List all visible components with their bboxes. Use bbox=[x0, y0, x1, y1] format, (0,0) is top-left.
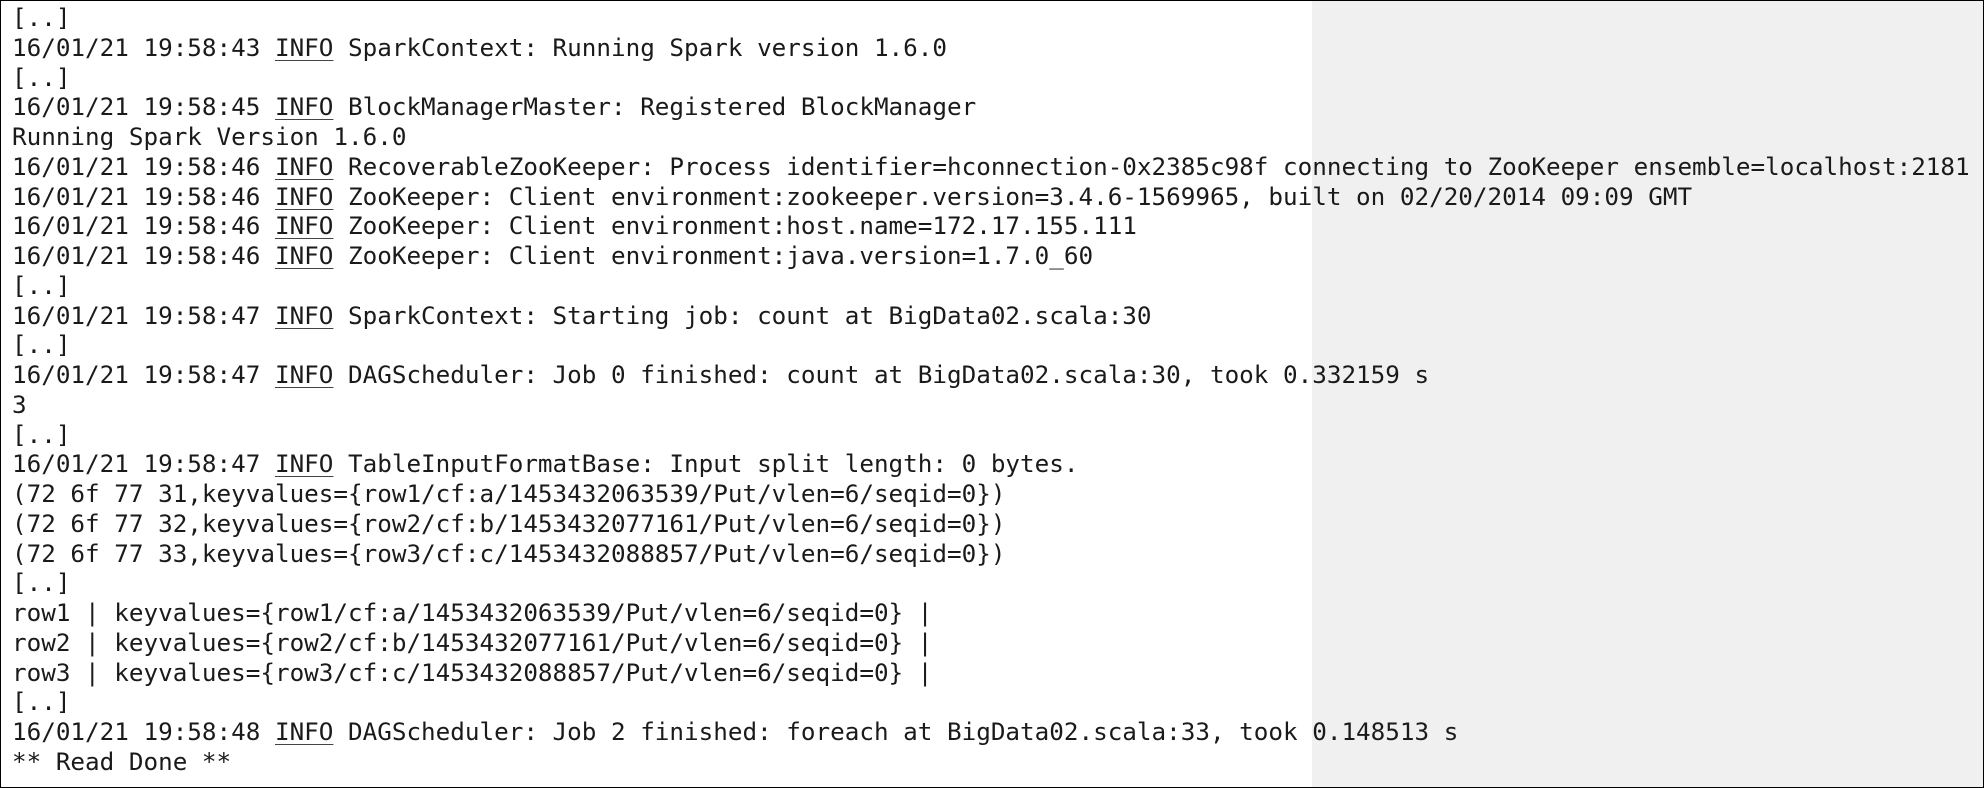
log-timestamp: 16/01/21 19:58:46 bbox=[12, 211, 261, 241]
log-message: TableInputFormatBase: Input split length… bbox=[348, 449, 1079, 479]
log-output-line: ** Read Done ** bbox=[12, 746, 232, 776]
log-ellipsis-line: [..] bbox=[12, 687, 71, 717]
log-entry-line: 16/01/21 19:58:43 INFO SparkContext: Run… bbox=[12, 33, 1970, 63]
log-level: INFO bbox=[274, 300, 334, 330]
log-message: SparkContext: Running Spark version 1.6.… bbox=[348, 32, 947, 62]
log-ellipsis-line: [..] bbox=[12, 270, 71, 300]
log-timestamp: 16/01/21 19:58:43 bbox=[12, 32, 261, 62]
log-entry-line: 16/01/21 19:58:48 INFO DAGScheduler: Job… bbox=[12, 717, 1970, 747]
log-message: ZooKeeper: Client environment:zookeeper.… bbox=[348, 181, 1693, 211]
log-message: DAGScheduler: Job 0 finished: count at B… bbox=[348, 360, 1430, 389]
log-entry-line: 16/01/21 19:58:47 INFO TableInputFormatB… bbox=[12, 449, 1970, 479]
log-level: INFO bbox=[274, 32, 334, 62]
log-entry-line: 16/01/21 19:58:45 INFO BlockManagerMaste… bbox=[12, 92, 1970, 122]
log-timestamp: 16/01/21 19:58:46 bbox=[12, 151, 261, 181]
log-output-line: row2 | keyvalues={row2/cf:b/145343207716… bbox=[12, 627, 933, 657]
log-level: INFO bbox=[274, 151, 334, 181]
log-output-line: row1 | keyvalues={row1/cf:a/145343206353… bbox=[12, 598, 933, 627]
log-timestamp: 16/01/21 19:58:47 bbox=[12, 360, 261, 389]
log-timestamp: 16/01/21 19:58:46 bbox=[12, 241, 261, 270]
log-ellipsis-line: [..] bbox=[12, 62, 71, 92]
console-output-panel: [..] 16/01/21 19:58:43 INFO SparkContext:… bbox=[0, 0, 1984, 788]
log-ellipsis-line: [..] bbox=[12, 330, 71, 360]
log-output-line: (72 6f 77 31,keyvalues={row1/cf:a/145343… bbox=[12, 479, 1006, 508]
log-output-line: row3 | keyvalues={row3/cf:c/145343208885… bbox=[12, 657, 933, 687]
log-message: ZooKeeper: Client environment:java.versi… bbox=[348, 241, 1094, 270]
log-message: SparkContext: Starting job: count at Big… bbox=[348, 300, 1152, 330]
log-timestamp: 16/01/21 19:58:46 bbox=[12, 181, 261, 211]
log-timestamp: 16/01/21 19:58:45 bbox=[12, 92, 261, 122]
log-entry-line: 16/01/21 19:58:47 INFO DAGScheduler: Job… bbox=[12, 360, 1970, 390]
log-output-line: Running Spark Version 1.6.0 bbox=[12, 122, 407, 151]
log-level: INFO bbox=[274, 211, 334, 241]
log-output-line: (72 6f 77 32,keyvalues={row2/cf:b/145343… bbox=[12, 508, 1006, 538]
log-timestamp: 16/01/21 19:58:47 bbox=[12, 300, 261, 330]
log-message: BlockManagerMaster: Registered BlockMana… bbox=[348, 92, 977, 122]
log-message: RecoverableZooKeeper: Process identifier… bbox=[348, 151, 1970, 181]
log-message: ZooKeeper: Client environment:host.name=… bbox=[348, 211, 1137, 241]
log-timestamp: 16/01/21 19:58:47 bbox=[12, 449, 261, 479]
log-output-line: (72 6f 77 33,keyvalues={row3/cf:c/145343… bbox=[12, 538, 1006, 568]
log-level: INFO bbox=[274, 241, 334, 270]
log-level: INFO bbox=[274, 717, 334, 746]
log-level: INFO bbox=[274, 449, 334, 479]
log-ellipsis-line: [..] bbox=[12, 419, 71, 449]
log-level: INFO bbox=[274, 181, 334, 211]
log-ellipsis-line: [..] bbox=[12, 3, 71, 32]
log-entry-line: 16/01/21 19:58:46 INFO ZooKeeper: Client… bbox=[12, 241, 1970, 271]
log-output-line: 3 bbox=[12, 389, 27, 419]
log-level: INFO bbox=[274, 92, 334, 122]
log-entry-line: 16/01/21 19:58:47 INFO SparkContext: Sta… bbox=[12, 301, 1970, 331]
log-message: DAGScheduler: Job 2 finished: foreach at… bbox=[348, 717, 1459, 746]
log-entry-line: 16/01/21 19:58:46 INFO ZooKeeper: Client… bbox=[12, 211, 1970, 241]
log-text-area[interactable]: [..] 16/01/21 19:58:43 INFO SparkContext:… bbox=[12, 3, 1970, 777]
log-level: INFO bbox=[274, 360, 334, 389]
log-entry-line: 16/01/21 19:58:46 INFO ZooKeeper: Client… bbox=[12, 182, 1970, 212]
log-entry-line: 16/01/21 19:58:46 INFO RecoverableZooKee… bbox=[12, 152, 1970, 182]
log-ellipsis-line: [..] bbox=[12, 568, 71, 598]
log-timestamp: 16/01/21 19:58:48 bbox=[12, 717, 261, 746]
